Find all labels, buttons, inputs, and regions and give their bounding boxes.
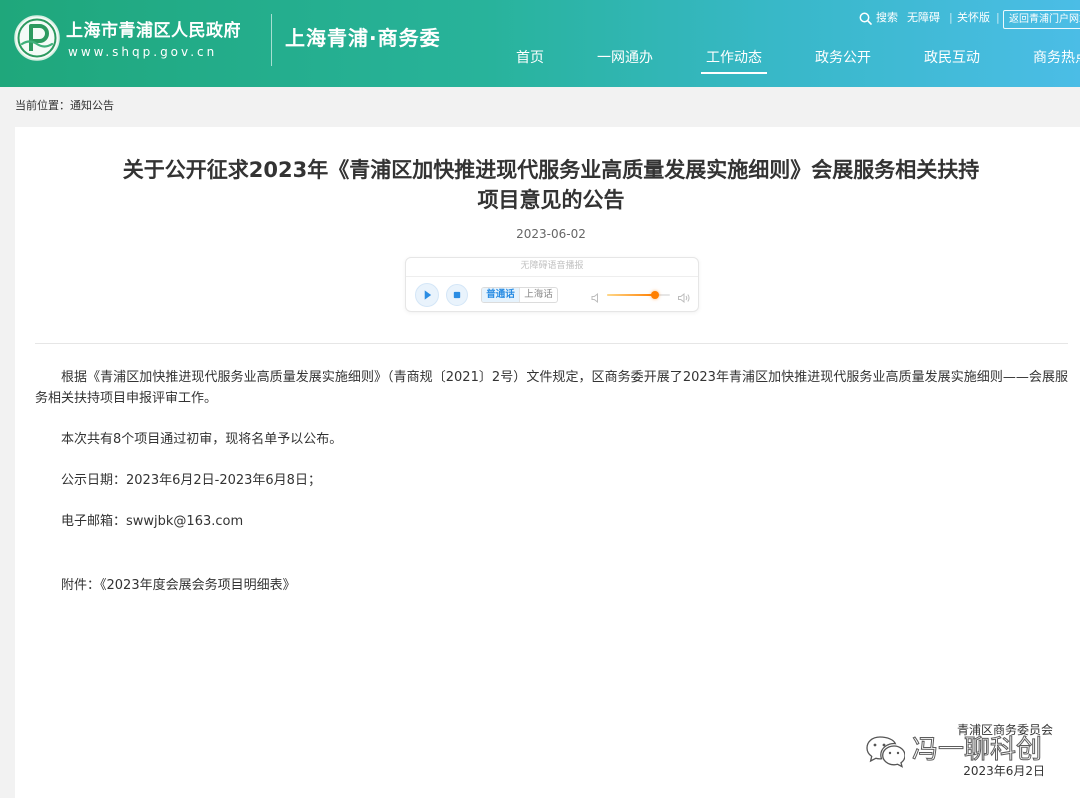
volume-slider-handle[interactable] [650, 291, 659, 299]
volume-track[interactable] [607, 291, 670, 299]
volume-high-icon[interactable] [677, 289, 691, 304]
language-toggle: 普通话 上海话 [481, 287, 558, 303]
article-paragraph: 根据《青浦区加快推进现代服务业高质量发展实施细则》（青商规〔2021〕2号）文件… [35, 370, 1068, 406]
nav-item-public-interaction[interactable]: 政民互动 [924, 49, 980, 67]
nav-item-work-news[interactable]: 工作动态 [701, 49, 767, 74]
toplink-separator: | [949, 11, 953, 24]
language-option-mandarin[interactable]: 普通话 [482, 288, 519, 302]
accessibility-link[interactable]: 无障碍 [907, 10, 940, 26]
breadcrumb-current-link[interactable]: 通知公告 [70, 99, 114, 112]
article-title: 关于公开征求2023年《青浦区加快推进现代服务业高质量发展实施细则》会展服务相关… [22, 155, 1080, 215]
audio-player-divider [406, 276, 698, 277]
breadcrumb: 当前位置：通知公告 [15, 99, 114, 113]
stop-icon [453, 291, 461, 299]
article-panel: 关于公开征求2023年《青浦区加快推进现代服务业高质量发展实施细则》会展服务相关… [15, 127, 1080, 798]
stop-button[interactable] [446, 284, 468, 306]
volume-fill [607, 294, 655, 296]
watermark-text: 冯一聊科创 [911, 735, 1043, 766]
article-paragraph: 电子邮箱：swwjbk@163.com [61, 514, 244, 529]
attachment-label: 附件： [61, 578, 101, 593]
play-icon [424, 290, 432, 300]
search-link[interactable]: 搜索 [859, 10, 898, 26]
toplink-separator: | [996, 11, 1000, 24]
government-domain: www.shqp.gov.cn [68, 45, 218, 59]
search-icon [859, 12, 872, 25]
main-nav: 首页 一网通办 工作动态 政务公开 政民互动 商务热点 [516, 49, 1080, 75]
article-title-line-2: 项目意见的公告 [477, 188, 625, 212]
content-divider [35, 343, 1068, 344]
header-divider [271, 14, 272, 66]
portal-link-button[interactable]: 返回青浦门户网站 [1003, 10, 1080, 29]
article-paragraph: 本次共有8个项目通过初审，现将名单予以公布。 [61, 432, 343, 447]
qingpu-emblem-icon[interactable] [13, 14, 61, 62]
article-paragraph: 公示日期：2023年6月2日-2023年6月8日； [61, 473, 321, 488]
attachment: 附件：《2023年度会展会务项目明细表》 [35, 575, 1068, 596]
wechat-icon [865, 734, 906, 768]
publish-date: 2023-06-02 [516, 227, 586, 241]
government-name[interactable]: 上海市青浦区人民政府 [66, 20, 241, 42]
breadcrumb-prefix: 当前位置： [15, 99, 70, 112]
attachment-link[interactable]: 《2023年度会展会务项目明细表》 [100, 578, 296, 593]
audio-player-label: 无障碍语音播报 [520, 261, 584, 271]
nav-item-home[interactable]: 首页 [516, 49, 544, 67]
department-name[interactable]: 上海青浦·商务委 [285, 26, 441, 50]
nav-item-government-affairs[interactable]: 政务公开 [815, 49, 871, 67]
watermark: 冯一聊科创 [865, 731, 1050, 771]
search-label: 搜索 [876, 11, 898, 24]
nav-item-commerce-hotspot[interactable]: 商务热点 [1033, 49, 1080, 67]
care-mode-link[interactable]: 关怀版 [957, 10, 990, 26]
article-body: 根据《青浦区加快推进现代服务业高质量发展实施细则》（青商规〔2021〕2号）文件… [35, 367, 1068, 616]
article-title-line-1: 关于公开征求2023年《青浦区加快推进现代服务业高质量发展实施细则》会展服务相关… [122, 158, 980, 182]
nav-item-one-stop-service[interactable]: 一网通办 [597, 49, 653, 67]
language-option-shanghainese[interactable]: 上海话 [519, 288, 557, 302]
volume-low-icon[interactable] [590, 289, 602, 304]
audio-player: 无障碍语音播报 普通话 上海话 [405, 257, 699, 312]
play-button[interactable] [415, 283, 439, 307]
site-header: 上海市青浦区人民政府 www.shqp.gov.cn 上海青浦·商务委 搜索 无… [0, 0, 1080, 87]
